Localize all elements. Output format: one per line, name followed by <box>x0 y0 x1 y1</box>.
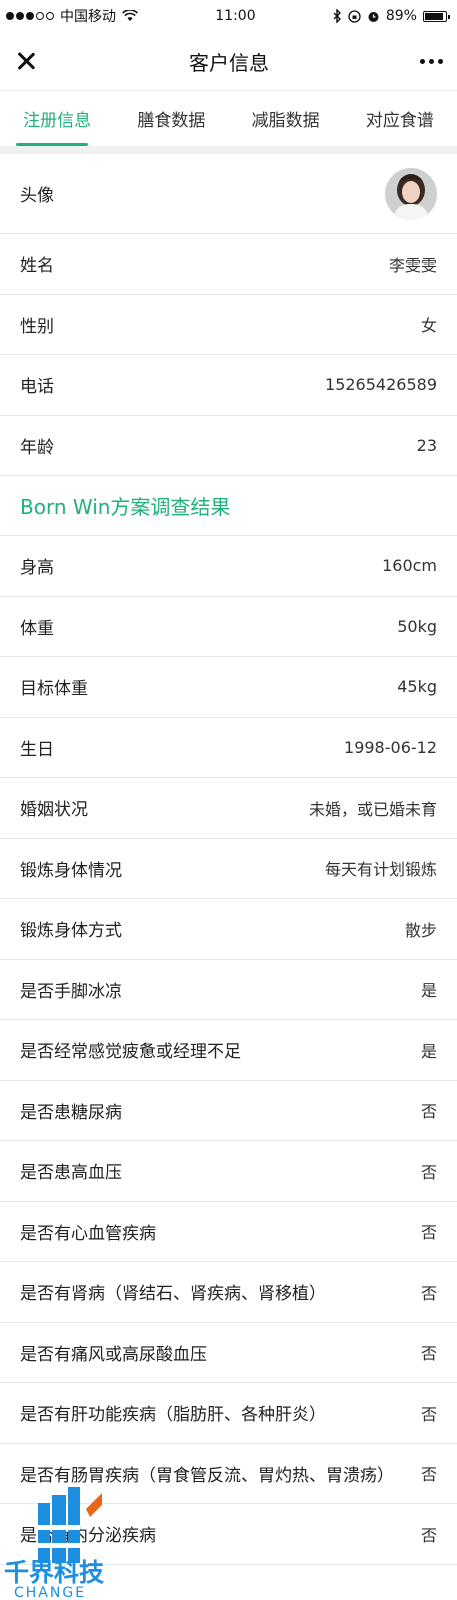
row-label: 锻炼身体情况 <box>20 860 122 881</box>
close-icon[interactable] <box>14 49 38 73</box>
row-value: 否 <box>420 1223 437 1243</box>
survey-row: 锻炼身体情况 每天有计划锻炼 <box>0 839 457 899</box>
info-row-name: 姓名 李雯雯 <box>0 234 457 295</box>
avatar[interactable] <box>385 167 437 220</box>
tab-fat-loss-data[interactable]: 减脂数据 <box>229 91 343 146</box>
survey-row: 锻炼身体方式 散步 <box>0 899 457 960</box>
row-value: 15265426589 <box>325 375 437 395</box>
survey-row: 是否患糖尿病 否 <box>0 1081 457 1141</box>
row-label: 身高 <box>20 558 54 579</box>
row-value: 否 <box>420 1404 437 1424</box>
row-value: 45kg <box>397 677 437 697</box>
row-value: 23 <box>416 435 437 455</box>
survey-row: 是否手脚冰凉 是 <box>0 960 457 1020</box>
info-row-age: 年龄 23 <box>0 416 457 476</box>
row-value: 散步 <box>404 920 437 940</box>
row-label: 姓名 <box>20 256 54 277</box>
row-value: 否 <box>420 1162 437 1182</box>
status-bar: 中国移动 11:00 89% <box>0 0 457 32</box>
row-value: 1998-06-12 <box>344 737 437 757</box>
row-label: 是否经常感觉疲惫或经理不足 <box>20 1042 241 1063</box>
signal-icon <box>6 12 54 20</box>
battery-icon <box>422 10 450 22</box>
row-label: 是否有肝功能疾病（脂肪肝、各种肝炎） <box>20 1405 326 1426</box>
row-value: 否 <box>420 1465 437 1485</box>
info-row-gender: 性别 女 <box>0 295 457 355</box>
tab-registration-info[interactable]: 注册信息 <box>0 91 114 146</box>
survey-row: 体重 50kg <box>0 597 457 657</box>
row-label: 是否有心血管疾病 <box>20 1223 156 1244</box>
survey-section-title: Born Win方案调查结果 <box>0 476 457 536</box>
row-label: 婚姻状况 <box>20 800 88 821</box>
tab-recipes[interactable]: 对应食谱 <box>343 91 457 146</box>
row-label: 是否有肾病（肾结石、肾疾病、肾移植） <box>20 1284 326 1305</box>
status-time: 11:00 <box>215 8 256 24</box>
row-label: 是否有肠胃疾病（胃食管反流、胃灼热、胃溃疡） <box>20 1465 394 1486</box>
battery-percent: 89% <box>385 8 417 24</box>
survey-row: 身高 160cm <box>0 536 457 597</box>
row-label: 年龄 <box>20 437 54 458</box>
row-value: 160cm <box>382 556 437 576</box>
row-label: 体重 <box>20 618 54 639</box>
survey-row: 是否有肾病（肾结石、肾疾病、肾移植） 否 <box>0 1262 457 1323</box>
row-value: 李雯雯 <box>388 255 437 275</box>
survey-row: 婚姻状况 未婚，或已婚未育 <box>0 778 457 839</box>
row-value: 是 <box>420 981 437 1001</box>
tab-bar: 注册信息 膳食数据 减脂数据 对应食谱 <box>0 90 457 146</box>
tab-diet-data[interactable]: 膳食数据 <box>114 91 228 146</box>
wifi-icon <box>122 10 138 21</box>
row-value: 未婚，或已婚未育 <box>308 799 437 819</box>
row-value: 是 <box>420 1041 437 1061</box>
watermark-logo: 千界科技 CHANGE <box>0 1485 130 1600</box>
row-value: 女 <box>420 316 437 336</box>
watermark-text-cn: 千界科技 <box>4 1558 104 1587</box>
row-label: 是否患高血压 <box>20 1163 122 1184</box>
survey-row: 是否患高血压 否 <box>0 1141 457 1202</box>
info-row-phone: 电话 15265426589 <box>0 355 457 416</box>
row-label: 电话 <box>20 377 54 398</box>
page-title: 客户信息 <box>189 50 269 75</box>
survey-row: 生日 1998-06-12 <box>0 718 457 778</box>
survey-row: 是否有痛风或高尿酸血压 否 <box>0 1323 457 1383</box>
watermark-text-en: CHANGE <box>14 1585 86 1600</box>
survey-row: 是否有肝功能疾病（脂肪肝、各种肝炎） 否 <box>0 1383 457 1444</box>
row-value: 50kg <box>397 616 437 636</box>
row-label: 锻炼身体方式 <box>20 921 122 942</box>
avatar-row[interactable]: 头像 <box>0 154 457 234</box>
navigation-bar: 客户信息 <box>0 32 457 90</box>
alarm-icon <box>368 11 379 22</box>
row-label: 是否患糖尿病 <box>20 1102 122 1123</box>
row-label: 是否手脚冰凉 <box>20 981 122 1002</box>
bluetooth-icon <box>333 9 341 23</box>
survey-row: 是否有心血管疾病 否 <box>0 1202 457 1262</box>
section-divider <box>0 146 457 154</box>
more-icon[interactable] <box>420 58 443 64</box>
survey-row: 是否经常感觉疲惫或经理不足 是 <box>0 1020 457 1081</box>
row-label: 生日 <box>20 739 54 760</box>
row-value: 否 <box>420 1344 437 1364</box>
row-value: 否 <box>420 1283 437 1303</box>
lock-rotation-icon <box>348 9 361 23</box>
row-value: 每天有计划锻炼 <box>324 860 437 880</box>
carrier-name: 中国移动 <box>60 9 116 25</box>
row-label: 性别 <box>20 316 54 337</box>
row-label: 是否有痛风或高尿酸血压 <box>20 1344 207 1365</box>
avatar-label: 头像 <box>20 186 54 206</box>
survey-row: 目标体重 45kg <box>0 657 457 718</box>
survey-list: 身高 160cm 体重 50kg 目标体重 45kg 生日 1998-06-12 婚姻状况 未婚，… <box>0 536 457 1565</box>
row-value: 否 <box>420 1102 437 1122</box>
row-value: 否 <box>420 1525 437 1545</box>
row-label: 目标体重 <box>20 679 88 700</box>
